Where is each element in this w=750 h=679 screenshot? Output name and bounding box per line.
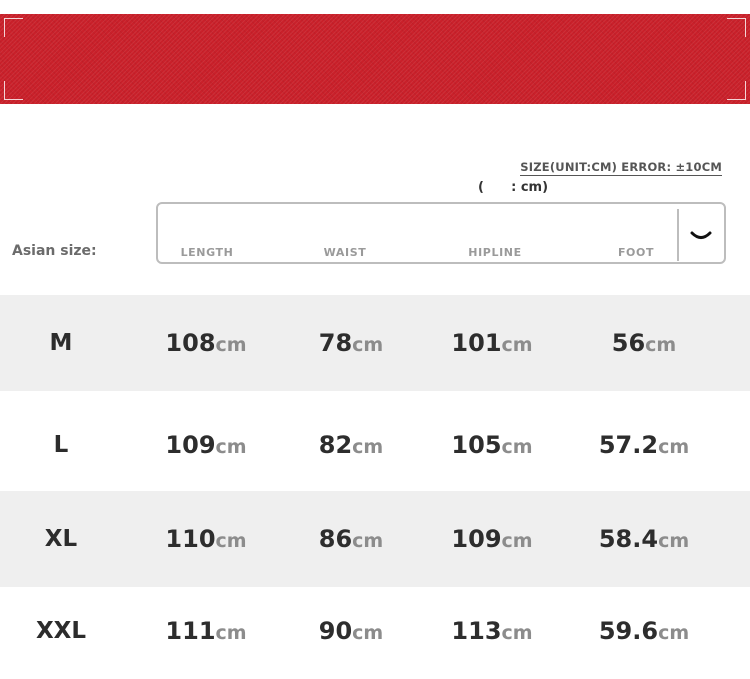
unit-label: cm (352, 436, 384, 458)
value-number: 110 (165, 525, 216, 553)
column-header-hipline: HIPLINE (468, 246, 522, 259)
unit-note: ( : cm) (478, 180, 549, 195)
header-banner (0, 14, 750, 104)
value-number: 108 (165, 329, 216, 357)
value-number: 109 (165, 431, 216, 459)
size-error-note: SIZE(UNIT:CM) ERROR: ±10CM (520, 160, 722, 176)
unit-label: cm (352, 530, 384, 552)
unit-label: cm (501, 334, 533, 356)
unit-label: cm (658, 436, 690, 458)
length-cell: 110cm (165, 525, 246, 553)
value-number: 56 (611, 329, 646, 357)
size-cell: L (53, 432, 69, 458)
column-header-box: LENGTH WAIST HIPLINE FOOT (156, 202, 726, 264)
value-number: 82 (318, 431, 353, 459)
value-number: 101 (451, 329, 502, 357)
waist-cell: 90cm (319, 617, 383, 645)
table-row: XL 110cm 86cm 109cm 58.4cm (0, 491, 750, 587)
foot-cell: 57.2cm (599, 431, 689, 459)
size-cell: M (49, 330, 73, 356)
hipline-cell: 101cm (451, 329, 532, 357)
table-row: XXL 111cm 90cm 113cm 59.6cm (0, 583, 750, 679)
length-cell: 109cm (165, 431, 246, 459)
foot-cell: 56cm (612, 329, 676, 357)
value-number: 57.2 (598, 431, 659, 459)
unit-label: cm (501, 436, 533, 458)
waist-cell: 86cm (319, 525, 383, 553)
column-header-length: LENGTH (180, 246, 234, 259)
size-cell: XL (44, 526, 78, 552)
value-number: 59.6 (598, 617, 659, 645)
corner-mark-top-right (727, 18, 746, 37)
foot-cell: 58.4cm (599, 525, 689, 553)
hipline-cell: 109cm (451, 525, 532, 553)
unit-label: cm (215, 622, 247, 644)
unit-label: cm (352, 622, 384, 644)
length-cell: 108cm (165, 329, 246, 357)
unit-label: cm (658, 622, 690, 644)
waist-cell: 78cm (319, 329, 383, 357)
value-number: 58.4 (598, 525, 659, 553)
unit-label: cm (501, 530, 533, 552)
hipline-cell: 113cm (451, 617, 532, 645)
waist-cell: 82cm (319, 431, 383, 459)
value-number: 109 (451, 525, 502, 553)
value-number: 86 (318, 525, 353, 553)
unit-label: cm (215, 436, 247, 458)
unit-label: cm (501, 622, 533, 644)
unit-label: cm (645, 334, 677, 356)
value-number: 78 (318, 329, 353, 357)
unit-label: cm (658, 530, 690, 552)
chevron-down-icon[interactable] (690, 230, 712, 244)
length-cell: 111cm (165, 617, 246, 645)
foot-cell: 59.6cm (599, 617, 689, 645)
unit-label: cm (215, 334, 247, 356)
corner-mark-top-left (4, 18, 23, 37)
unit-label: cm (352, 334, 384, 356)
value-number: 113 (451, 617, 502, 645)
corner-mark-bottom-left (4, 81, 23, 100)
column-header-foot: FOOT (617, 246, 655, 259)
header-divider (677, 209, 679, 261)
value-number: 90 (318, 617, 353, 645)
hipline-cell: 105cm (451, 431, 532, 459)
unit-label: cm (215, 530, 247, 552)
size-cell: XXL (35, 618, 87, 644)
corner-mark-bottom-right (727, 81, 746, 100)
column-header-waist: WAIST (323, 246, 367, 259)
table-row: L 109cm 82cm 105cm 57.2cm (0, 397, 750, 493)
value-number: 105 (451, 431, 502, 459)
value-number: 111 (165, 617, 216, 645)
asian-size-label: Asian size: (12, 243, 97, 259)
table-row: M 108cm 78cm 101cm 56cm (0, 295, 750, 391)
